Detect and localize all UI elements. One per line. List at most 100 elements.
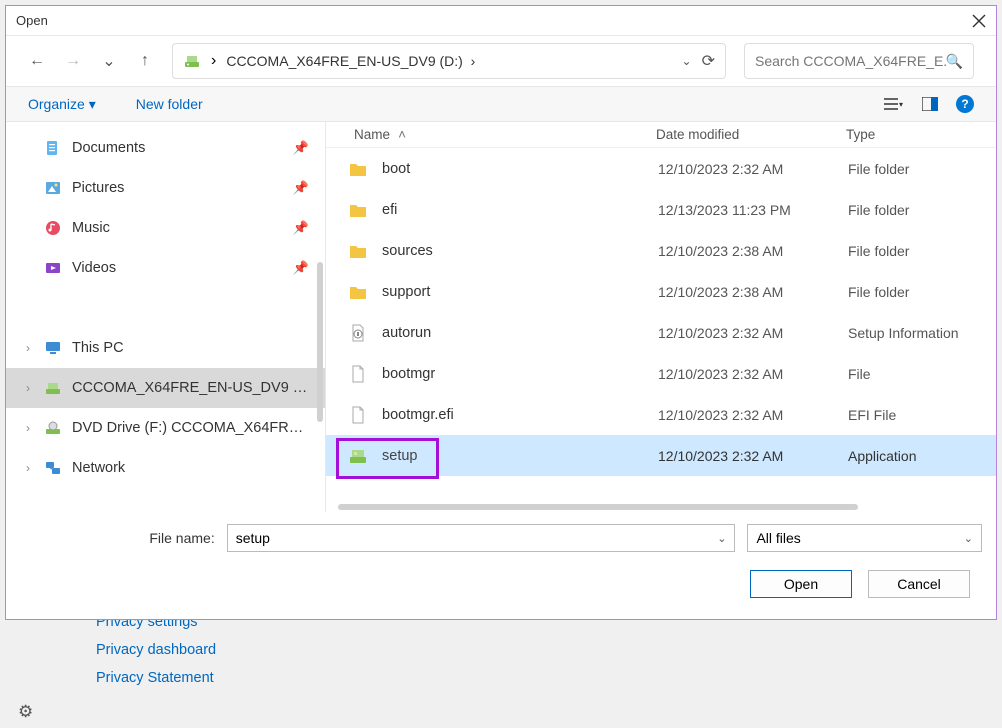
dialog-buttons: Open Cancel [20,570,982,598]
chevron-right-icon[interactable]: › [22,421,34,435]
file-name: support [382,284,658,300]
file-list-hscrollbar[interactable] [338,504,984,510]
file-row[interactable]: boot12/10/2023 2:32 AMFile folder [326,148,996,189]
sidebar-item-drive[interactable]: › CCCOMA_X64FRE_EN-US_DV9 (D:) [6,368,325,408]
file-date: 12/10/2023 2:32 AM [658,366,848,382]
file-row[interactable]: setup12/10/2023 2:32 AMApplication [326,435,996,476]
address-dropdown-icon[interactable]: ⌄ [682,54,692,68]
file-name: setup [382,448,658,464]
file-name: autorun [382,325,658,341]
file-icon [348,364,368,384]
dvd-icon [44,419,62,437]
pin-icon: 📌 [293,220,309,236]
thispc-icon [44,339,62,357]
privacy-link-3[interactable]: Privacy Statement [96,670,216,686]
drive-icon [183,52,201,70]
nav-recent-dropdown[interactable]: ⌄ [100,51,118,71]
filename-row: File name: ⌄ All files ⌄ [20,524,982,552]
refresh-icon[interactable]: ⟳ [702,51,715,71]
new-folder-button[interactable]: New folder [136,96,203,113]
filename-combobox[interactable]: ⌄ [227,524,736,552]
setup-icon [348,446,368,466]
file-row[interactable]: bootmgr12/10/2023 2:32 AMFile [326,353,996,394]
file-date: 12/10/2023 2:38 AM [658,284,848,300]
toolbar: Organize ▾ New folder ▾ ? [6,86,996,122]
sidebar-scrollbar[interactable] [317,262,323,422]
sidebar-item-network[interactable]: › Network [6,448,325,488]
column-header-type[interactable]: Type [846,127,996,142]
sidebar-label: Pictures [72,180,283,196]
sidebar-item-videos[interactable]: Videos 📌 [6,248,325,288]
column-header-date[interactable]: Date modified [656,127,846,142]
bottom-panel: File name: ⌄ All files ⌄ Open Cancel [6,512,996,610]
sidebar-label: Documents [72,140,283,156]
file-list: Name ˄ Date modified Type boot12/10/2023… [326,122,996,512]
address-bar[interactable]: › CCCOMA_X64FRE_EN-US_DV9 (D:) › ⌄ ⟳ [172,43,726,79]
filename-dropdown-icon[interactable]: ⌄ [717,532,726,545]
folder-icon [348,282,368,302]
privacy-link-2[interactable]: Privacy dashboard [96,642,216,658]
organize-button[interactable]: Organize ▾ [28,96,96,113]
filename-label: File name: [20,530,221,546]
svg-text:▾: ▾ [899,100,903,109]
file-name: bootmgr [382,366,658,382]
file-type-filter[interactable]: All files ⌄ [747,524,982,552]
preview-pane-icon[interactable] [922,97,938,111]
sidebar-item-dvd[interactable]: › DVD Drive (F:) CCCOMA_X64FRE_E [6,408,325,448]
sort-asc-icon[interactable]: ˄ [398,127,406,142]
file-list-header: Name ˄ Date modified Type [326,122,996,148]
nav-back-button[interactable]: ← [28,52,46,70]
file-date: 12/10/2023 2:38 AM [658,243,848,259]
help-icon[interactable]: ? [956,95,974,113]
sidebar-item-music[interactable]: Music 📌 [6,208,325,248]
sidebar-item-thispc[interactable]: › This PC [6,328,325,368]
file-date: 12/10/2023 2:32 AM [658,325,848,341]
view-list-icon[interactable]: ▾ [884,97,904,111]
file-row[interactable]: bootmgr.efi12/10/2023 2:32 AMEFI File [326,394,996,435]
sidebar-label: Videos [72,260,283,276]
path-sep-1: › [211,52,216,70]
content-area: Documents 📌 Pictures 📌 Music 📌 Videos 📌 [6,122,996,512]
pin-icon: 📌 [293,260,309,276]
network-icon [44,459,62,477]
folder-icon [348,200,368,220]
file-date: 12/13/2023 11:23 PM [658,202,848,218]
filename-input[interactable] [236,530,718,546]
file-row[interactable]: efi12/13/2023 11:23 PMFile folder [326,189,996,230]
nav-forward-button[interactable]: → [64,52,82,70]
file-row[interactable]: sources12/10/2023 2:38 AMFile folder [326,230,996,271]
search-box[interactable]: 🔍 [744,43,974,79]
file-name: efi [382,202,658,218]
videos-icon [44,259,62,277]
chevron-right-icon[interactable]: › [22,461,34,475]
drive-small-icon [44,379,62,397]
file-type: Setup Information [848,325,996,341]
sidebar-label: Network [72,460,309,476]
filter-dropdown-icon[interactable]: ⌄ [964,532,973,545]
file-icon [348,405,368,425]
file-row[interactable]: autorun12/10/2023 2:32 AMSetup Informati… [326,312,996,353]
file-type: EFI File [848,407,996,423]
sidebar-label: DVD Drive (F:) CCCOMA_X64FRE_E [72,420,309,436]
address-bar-path[interactable]: CCCOMA_X64FRE_EN-US_DV9 (D:) › [226,53,671,69]
open-button[interactable]: Open [750,570,852,598]
file-type: File [848,366,996,382]
titlebar: Open [6,6,996,36]
sidebar-item-pictures[interactable]: Pictures 📌 [6,168,325,208]
close-icon[interactable] [972,14,986,28]
file-date: 12/10/2023 2:32 AM [658,407,848,423]
sidebar-label: This PC [72,340,309,356]
settings-gear-icon[interactable]: ⚙ [18,702,33,722]
folder-icon [348,241,368,261]
cancel-button[interactable]: Cancel [868,570,970,598]
search-input[interactable] [755,53,946,69]
chevron-right-icon[interactable]: › [22,341,34,355]
file-row[interactable]: support12/10/2023 2:38 AMFile folder [326,271,996,312]
chevron-right-icon[interactable]: › [22,381,34,395]
inf-icon [348,323,368,343]
column-header-name[interactable]: Name [354,127,390,142]
nav-up-button[interactable]: ↑ [136,52,154,70]
search-icon[interactable]: 🔍 [946,53,963,70]
documents-icon [44,139,62,157]
sidebar-item-documents[interactable]: Documents 📌 [6,128,325,168]
